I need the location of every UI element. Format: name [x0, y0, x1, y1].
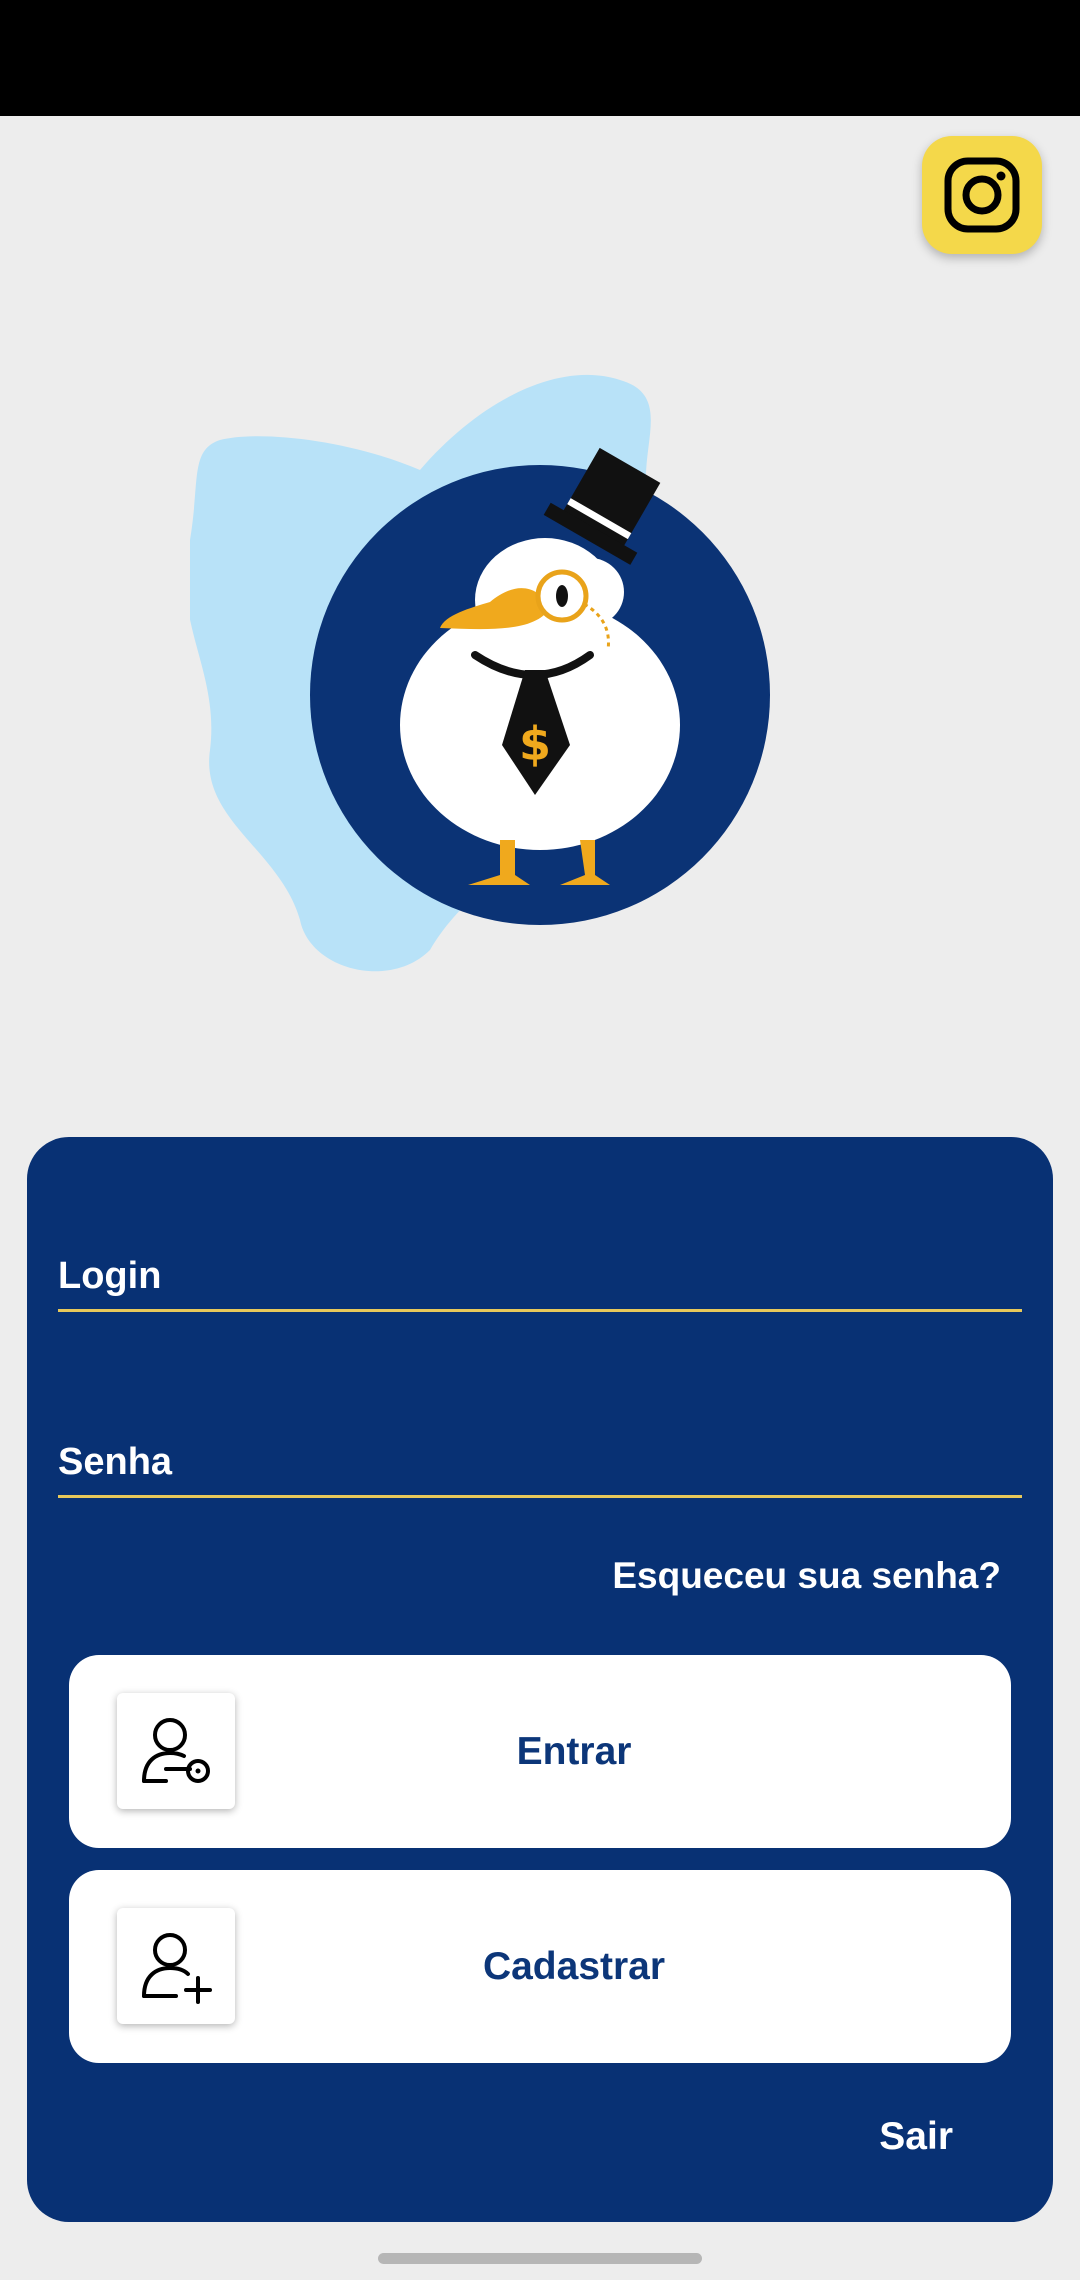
register-button[interactable]: Cadastrar: [69, 1870, 1011, 2063]
home-indicator[interactable]: [378, 2253, 702, 2264]
password-input[interactable]: [58, 1413, 1026, 1500]
instagram-icon: [944, 157, 1020, 233]
password-field[interactable]: Senha: [58, 1413, 1026, 1500]
duck-mascot-logo: $: [190, 374, 770, 972]
forgot-password-link[interactable]: Esqueceu sua senha?: [612, 1555, 1001, 1597]
login-panel: Login Senha Esqueceu sua senha? Entrar C…: [27, 1137, 1053, 2222]
register-label: Cadastrar: [482, 1944, 666, 1988]
exit-button[interactable]: Sair: [879, 2115, 953, 2159]
login-field[interactable]: Login: [58, 1227, 1026, 1314]
svg-text:$: $: [519, 717, 551, 771]
login-input[interactable]: [58, 1227, 1026, 1314]
enter-label: Entrar: [516, 1729, 632, 1773]
status-bar: [0, 0, 1080, 116]
password-underline: [58, 1495, 1022, 1498]
enter-button[interactable]: Entrar: [69, 1655, 1011, 1848]
login-underline: [58, 1309, 1022, 1312]
instagram-button[interactable]: [922, 136, 1042, 254]
